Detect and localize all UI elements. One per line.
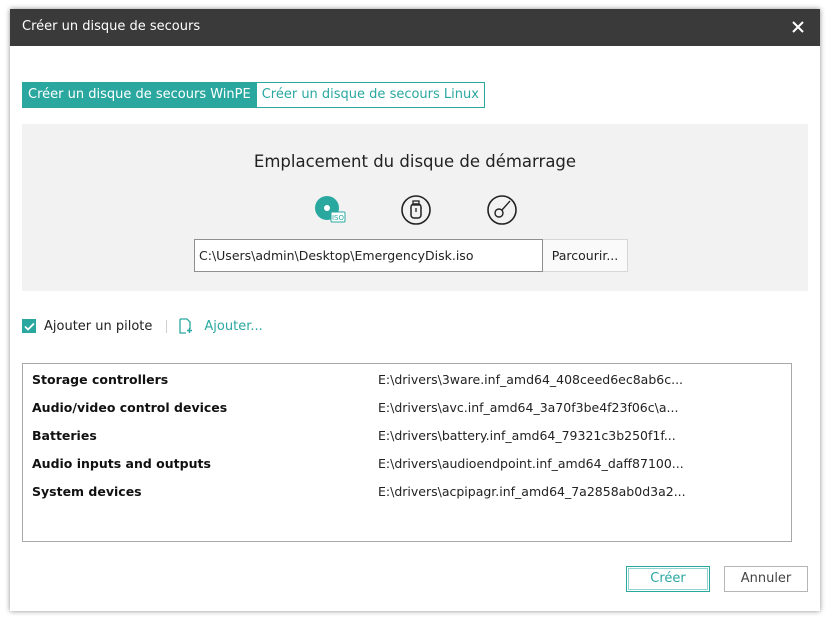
separator	[166, 319, 168, 333]
driver-name: Audio inputs and outputs	[32, 456, 211, 471]
create-button[interactable]: Créer	[626, 566, 710, 592]
driver-path: E:\drivers\audioendpoint.inf_amd64_daff8…	[378, 456, 684, 471]
table-row[interactable]: Batteries E:\drivers\battery.inf_amd64_7…	[23, 423, 791, 451]
driver-path: E:\drivers\3ware.inf_amd64_408ceed6ec8ab…	[378, 372, 684, 387]
boot-location-panel: Emplacement du disque de démarrage ISO C…	[22, 124, 808, 291]
tab-winpe[interactable]: Créer un disque de secours WinPE	[22, 82, 257, 108]
close-icon[interactable]	[788, 17, 808, 37]
driver-path: E:\drivers\acpipagr.inf_amd64_7a2858ab0d…	[378, 484, 686, 499]
tab-bar: Créer un disque de secours WinPE Créer u…	[22, 82, 485, 108]
add-driver-checkbox[interactable]	[22, 319, 36, 333]
svg-text:ISO: ISO	[332, 214, 345, 222]
rescue-disk-dialog: Créer un disque de secours Créer un disq…	[10, 9, 820, 611]
driver-name: System devices	[32, 484, 142, 499]
driver-name: Storage controllers	[32, 372, 169, 387]
driver-name: Batteries	[32, 428, 97, 443]
boot-location-heading: Emplacement du disque de démarrage	[253, 152, 577, 171]
browse-button[interactable]: Parcourir...	[543, 239, 628, 272]
cancel-button[interactable]: Annuler	[724, 566, 808, 592]
add-driver-link[interactable]: Ajouter...	[204, 319, 262, 334]
driver-list: Storage controllers E:\drivers\3ware.inf…	[22, 363, 792, 542]
driver-path: E:\drivers\battery.inf_amd64_79321c3b250…	[378, 428, 676, 443]
tab-linux[interactable]: Créer un disque de secours Linux	[256, 82, 485, 108]
add-file-icon[interactable]	[179, 318, 193, 334]
table-row[interactable]: Audio/video control devices E:\drivers\a…	[23, 395, 791, 423]
driver-row: Ajouter un pilote Ajouter...	[22, 316, 263, 336]
driver-name: Audio/video control devices	[32, 400, 228, 415]
path-row: Parcourir...	[194, 239, 628, 272]
table-row[interactable]: Audio inputs and outputs E:\drivers\audi…	[23, 451, 791, 479]
table-row[interactable]: System devices E:\drivers\acpipagr.inf_a…	[23, 479, 791, 507]
driver-path: E:\drivers\avc.inf_amd64_3a70f3be4f23f06…	[378, 400, 679, 415]
window-title: Créer un disque de secours	[22, 19, 201, 34]
table-row[interactable]: Storage controllers E:\drivers\3ware.inf…	[23, 367, 791, 395]
check-icon	[23, 322, 35, 331]
add-driver-label: Ajouter un pilote	[44, 318, 153, 334]
usb-icon[interactable]	[399, 193, 433, 227]
title-bar: Créer un disque de secours	[10, 9, 820, 46]
boot-path-input[interactable]	[194, 239, 543, 272]
iso-icon[interactable]: ISO	[312, 193, 346, 227]
cd-icon[interactable]	[485, 193, 519, 227]
